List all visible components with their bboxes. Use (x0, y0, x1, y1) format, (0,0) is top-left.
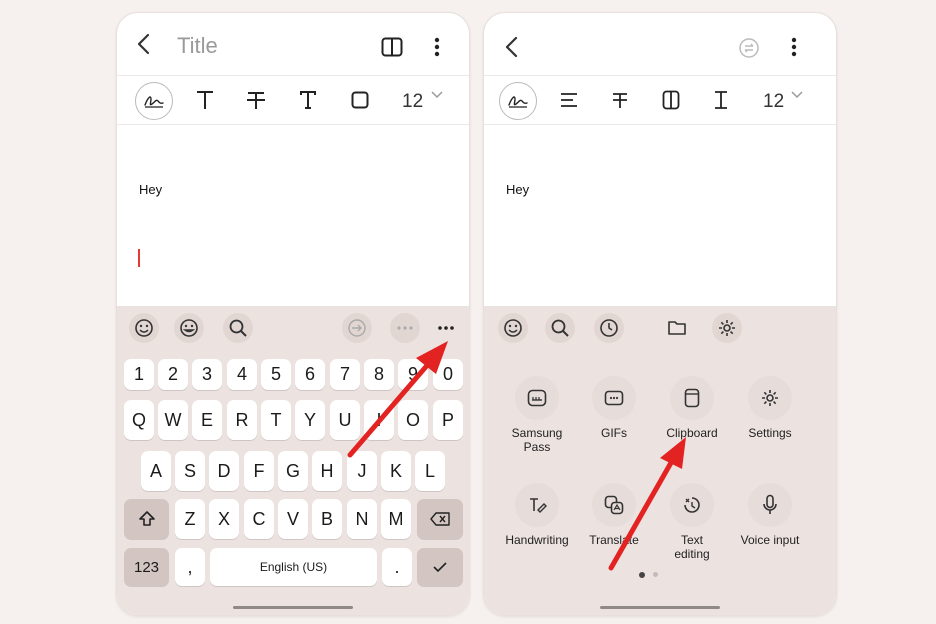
annotation-arrows (347, 341, 686, 571)
red-arrow-to-more-button (347, 341, 448, 458)
red-arrow-to-clipboard (608, 437, 686, 571)
